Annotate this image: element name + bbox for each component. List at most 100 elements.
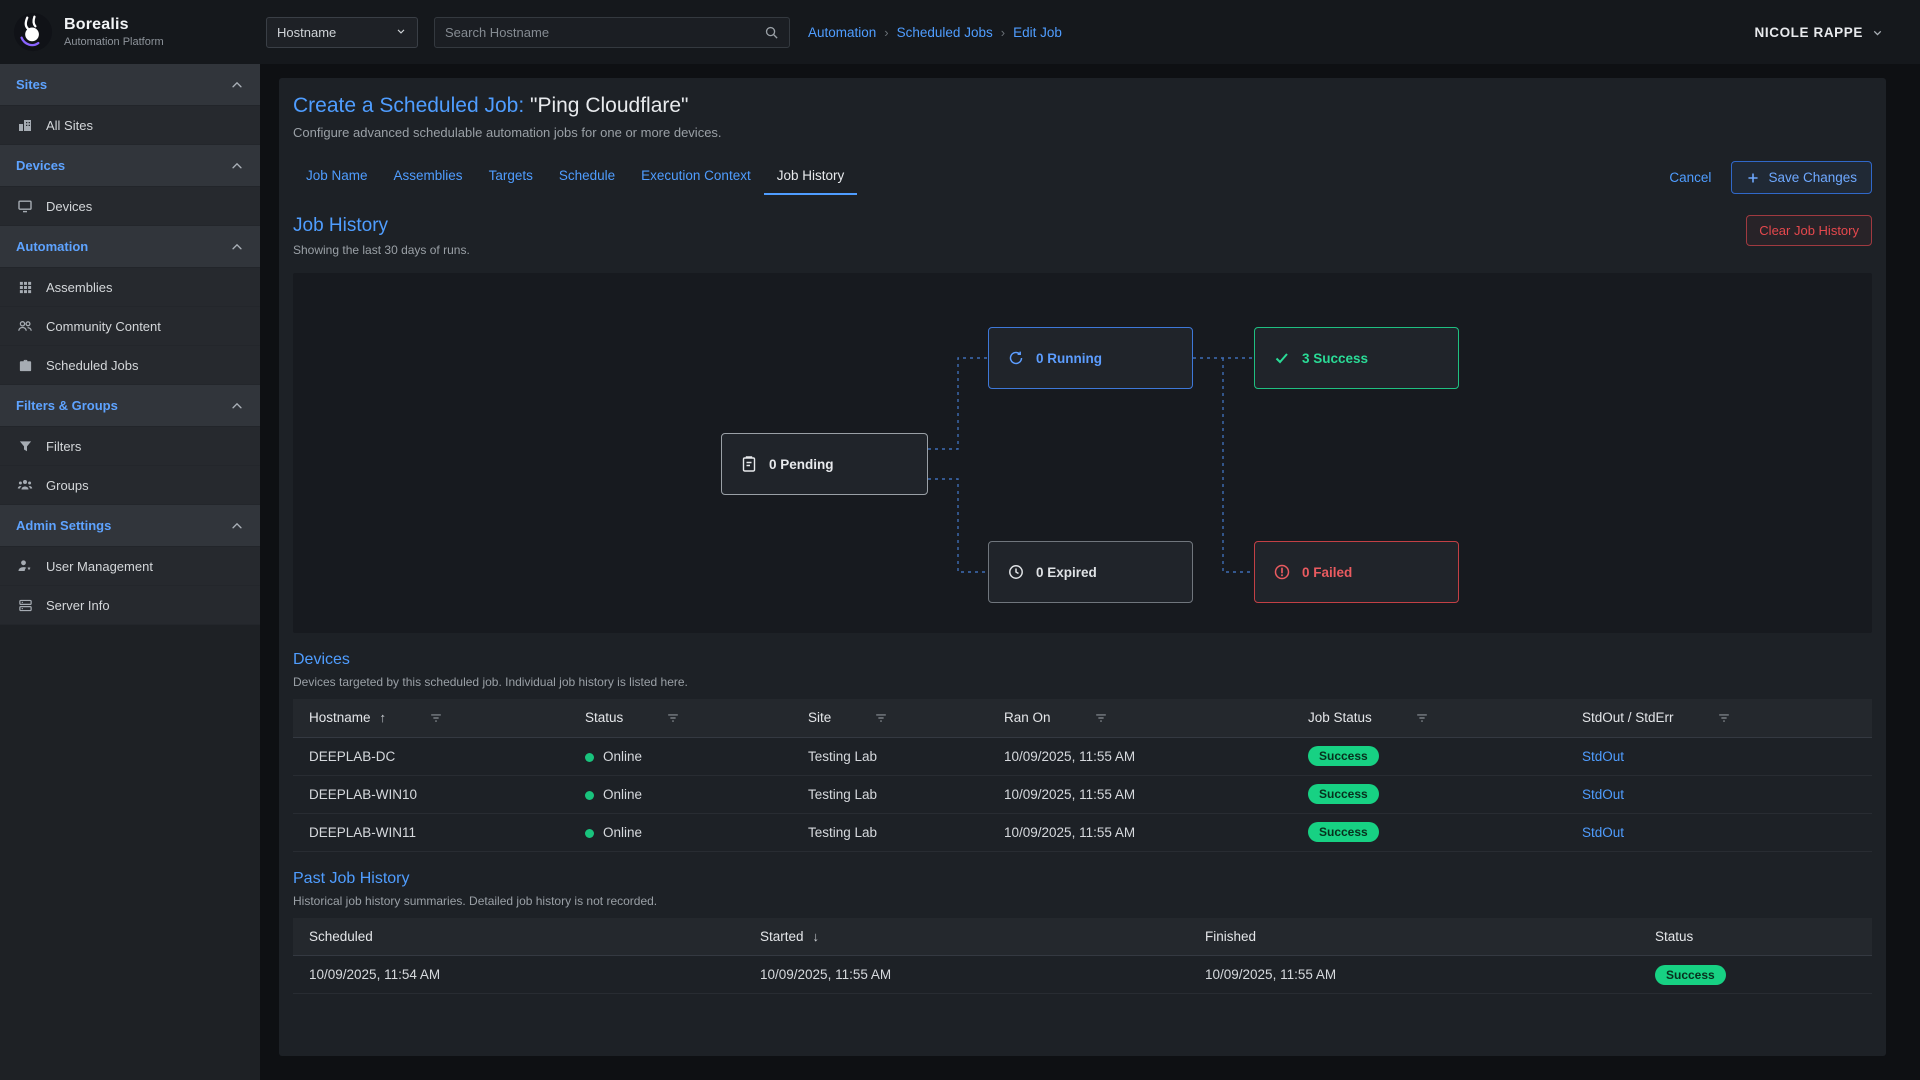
funnel-icon	[16, 439, 34, 454]
search-box	[434, 17, 790, 48]
people-icon	[16, 318, 34, 334]
nav-item-label: Scheduled Jobs	[46, 358, 139, 373]
cell-site: Testing Lab	[792, 775, 988, 813]
nav-item-label: Devices	[46, 199, 92, 214]
tab-job-name[interactable]: Job Name	[293, 160, 381, 195]
past-job-history-table: Scheduled Started ↓ Finished Status 10/0…	[293, 918, 1872, 995]
edit-job-panel: Create a Scheduled Job: "Ping Cloudflare…	[279, 78, 1886, 1056]
clock-icon	[1007, 563, 1025, 581]
sidebar-item-scheduled-jobs[interactable]: Scheduled Jobs	[0, 346, 260, 385]
stdout-link[interactable]: StdOut	[1582, 787, 1624, 802]
sidebar-section-filters-groups[interactable]: Filters & Groups	[0, 385, 260, 427]
sidebar-item-groups[interactable]: Groups	[0, 466, 260, 505]
column-header-job-status[interactable]: Job Status	[1292, 699, 1566, 737]
sidebar-section-devices[interactable]: Devices	[0, 145, 260, 187]
cell-stdout: StdOut	[1566, 775, 1872, 813]
sidebar-section-admin-settings[interactable]: Admin Settings	[0, 505, 260, 547]
flow-node-success[interactable]: 3 Success	[1254, 327, 1459, 389]
column-label: Started	[760, 929, 804, 944]
device-row: DEEPLAB-WIN10 Online Testing Lab 10/09/2…	[293, 775, 1872, 813]
past-job-history-subheading: Historical job history summaries. Detail…	[293, 894, 1872, 908]
clipboard-icon	[740, 455, 758, 473]
sidebar-item-filters[interactable]: Filters	[0, 427, 260, 466]
cell-hostname: DEEPLAB-WIN10	[293, 775, 569, 813]
sidebar-section-automation[interactable]: Automation	[0, 226, 260, 268]
user-menu[interactable]: NICOLE RAPPE	[1755, 25, 1884, 40]
sidebar-section-sites[interactable]: Sites	[0, 64, 260, 106]
sidebar-item-user-management[interactable]: User Management	[0, 547, 260, 586]
cell-job-status: Success	[1292, 775, 1566, 813]
column-label: StdOut / StdErr	[1582, 710, 1674, 725]
past-history-header-row: Scheduled Started ↓ Finished Status	[293, 918, 1872, 956]
section-label: Admin Settings	[16, 518, 111, 533]
status-text: Online	[603, 825, 642, 840]
tab-schedule[interactable]: Schedule	[546, 160, 628, 195]
sidebar-item-all-sites[interactable]: All Sites	[0, 106, 260, 145]
devices-table: Hostname ↑ Status Site	[293, 699, 1872, 852]
breadcrumb-edit-job[interactable]: Edit Job	[1013, 25, 1062, 40]
past-history-row: 10/09/2025, 11:54 AM 10/09/2025, 11:55 A…	[293, 956, 1872, 994]
main-content: Create a Scheduled Job: "Ping Cloudflare…	[260, 64, 1920, 1080]
buildings-icon	[16, 117, 34, 133]
search-input[interactable]	[445, 25, 764, 40]
tab-execution-context[interactable]: Execution Context	[628, 160, 764, 195]
devices-heading: Devices	[293, 651, 1872, 669]
nav-item-label: Server Info	[46, 598, 110, 613]
tab-job-history[interactable]: Job History	[764, 160, 858, 195]
tab-assemblies[interactable]: Assemblies	[381, 160, 476, 195]
save-changes-button[interactable]: Save Changes	[1731, 161, 1872, 194]
error-icon	[1273, 563, 1291, 581]
sidebar-item-server-info[interactable]: Server Info	[0, 586, 260, 625]
filter-icon[interactable]	[666, 711, 680, 725]
sync-icon	[1007, 349, 1025, 367]
status-badge: Success	[1655, 965, 1726, 985]
cancel-button[interactable]: Cancel	[1669, 170, 1711, 185]
sidebar-item-community-content[interactable]: Community Content	[0, 307, 260, 346]
filter-icon[interactable]	[874, 711, 888, 725]
column-header-hostname[interactable]: Hostname ↑	[293, 699, 569, 737]
cell-job-status: Success	[1292, 813, 1566, 851]
hostname-select[interactable]: Hostname	[266, 17, 418, 48]
stdout-link[interactable]: StdOut	[1582, 749, 1624, 764]
filter-icon[interactable]	[1094, 711, 1108, 725]
column-header-ran-on[interactable]: Ran On	[988, 699, 1292, 737]
user-name: NICOLE RAPPE	[1755, 25, 1863, 40]
filter-icon[interactable]	[429, 711, 443, 725]
column-label: Ran On	[1004, 710, 1051, 725]
column-label: Finished	[1205, 929, 1256, 944]
column-header-site[interactable]: Site	[792, 699, 988, 737]
flow-node-failed[interactable]: 0 Failed	[1254, 541, 1459, 603]
nav-item-label: All Sites	[46, 118, 93, 133]
column-header-scheduled[interactable]: Scheduled	[293, 918, 744, 956]
flow-node-expired[interactable]: 0 Expired	[988, 541, 1193, 603]
brand-name: Borealis	[64, 16, 164, 34]
cell-job-status: Success	[1292, 737, 1566, 775]
flow-node-running[interactable]: 0 Running	[988, 327, 1193, 389]
cell-ran-on: 10/09/2025, 11:55 AM	[988, 737, 1292, 775]
tab-actions: Cancel Save Changes	[1669, 161, 1872, 194]
column-header-stdout-stderr[interactable]: StdOut / StdErr	[1566, 699, 1872, 737]
flow-node-pending[interactable]: 0 Pending	[721, 433, 928, 495]
stdout-link[interactable]: StdOut	[1582, 825, 1624, 840]
sidebar-item-assemblies[interactable]: Assemblies	[0, 268, 260, 307]
tab-targets[interactable]: Targets	[476, 160, 546, 195]
breadcrumb-scheduled-jobs[interactable]: Scheduled Jobs	[897, 25, 993, 40]
clear-job-history-button[interactable]: Clear Job History	[1746, 215, 1872, 246]
cell-status: Online	[569, 775, 792, 813]
column-label: Job Status	[1308, 710, 1372, 725]
column-header-status[interactable]: Status	[1639, 918, 1872, 956]
column-label: Scheduled	[309, 929, 373, 944]
column-header-status[interactable]: Status	[569, 699, 792, 737]
breadcrumb-automation[interactable]: Automation	[808, 25, 876, 40]
flow-node-label: 0 Failed	[1302, 565, 1352, 580]
sidebar-item-devices[interactable]: Devices	[0, 187, 260, 226]
sort-asc-icon: ↑	[380, 710, 387, 725]
column-header-finished[interactable]: Finished	[1189, 918, 1639, 956]
group-icon	[16, 477, 34, 493]
filter-icon[interactable]	[1415, 711, 1429, 725]
cell-stdout: StdOut	[1566, 737, 1872, 775]
online-dot	[585, 753, 594, 762]
breadcrumb-separator: ›	[1001, 25, 1005, 40]
column-header-started[interactable]: Started ↓	[744, 918, 1189, 956]
filter-icon[interactable]	[1717, 711, 1731, 725]
